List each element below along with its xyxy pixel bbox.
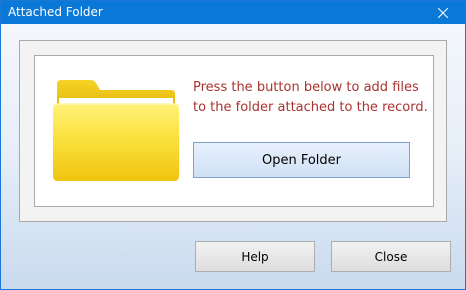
title-close-button[interactable] — [421, 1, 465, 24]
attached-folder-dialog: Attached Folder Press the button below t… — [0, 0, 466, 290]
title-bar[interactable]: Attached Folder — [1, 1, 465, 24]
open-folder-button[interactable]: Open Folder — [193, 142, 410, 178]
folder-icon — [53, 80, 179, 181]
close-button[interactable]: Close — [331, 241, 451, 272]
content-frame: Press the button below to add files to t… — [19, 40, 447, 222]
window-title: Attached Folder — [8, 5, 103, 19]
content-panel: Press the button below to add files to t… — [34, 55, 434, 207]
instruction-message: Press the button below to add files to t… — [193, 80, 428, 115]
help-button[interactable]: Help — [195, 241, 315, 272]
close-icon — [438, 7, 448, 18]
